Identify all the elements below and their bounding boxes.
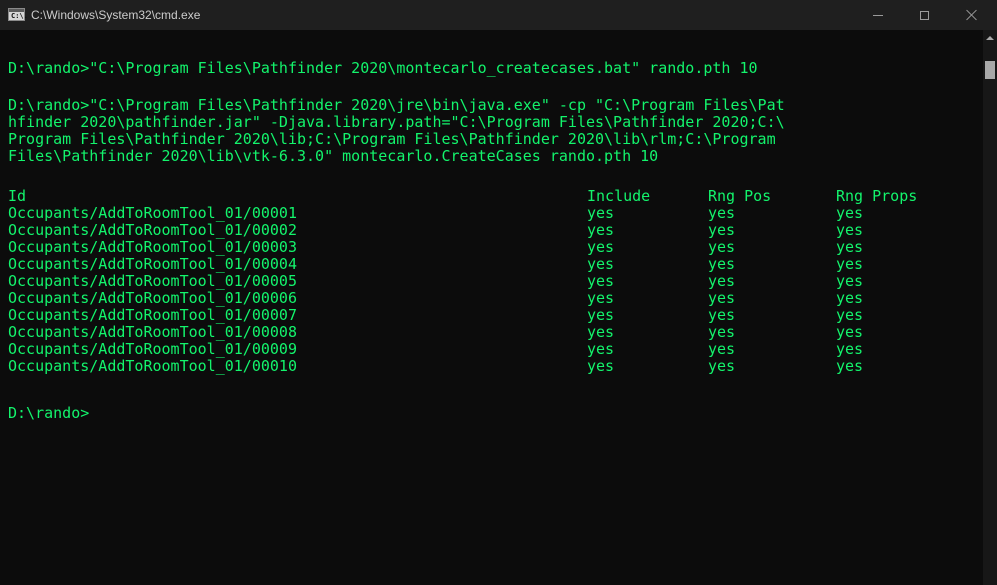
cell-rng-pos: yes	[708, 323, 736, 341]
cell-rng-props: yes	[836, 204, 864, 222]
header-rng-pos: Rng Pos	[708, 187, 772, 205]
cell-rng-props: yes	[836, 289, 864, 307]
command-line-2c: Program Files\Pathfinder 2020\lib;C:\Pro…	[8, 130, 776, 148]
command-prompt: D:\rando>	[8, 404, 90, 422]
cell-rng-pos: yes	[708, 255, 736, 273]
cell-rng-pos: yes	[708, 340, 736, 358]
scroll-up-arrow-icon	[986, 36, 994, 40]
cell-rng-pos: yes	[708, 204, 736, 222]
cell-id: Occupants/AddToRoomTool_01/00006	[8, 289, 297, 307]
cell-include: yes	[587, 272, 615, 290]
cell-rng-props: yes	[836, 340, 864, 358]
command-line-2d: Files\Pathfinder 2020\lib\vtk-6.3.0" mon…	[8, 147, 659, 165]
cell-id: Occupants/AddToRoomTool_01/00009	[8, 340, 297, 358]
title-bar[interactable]: C:\. C:\Windows\System32\cmd.exe	[0, 0, 997, 30]
cmd-app-icon[interactable]: C:\.	[8, 8, 28, 21]
cell-id: Occupants/AddToRoomTool_01/00010	[8, 357, 297, 375]
cell-id: Occupants/AddToRoomTool_01/00007	[8, 306, 297, 324]
scroll-up-button[interactable]	[983, 30, 997, 46]
cell-include: yes	[587, 306, 615, 324]
cell-rng-props: yes	[836, 272, 864, 290]
cell-id: Occupants/AddToRoomTool_01/00002	[8, 221, 297, 239]
header-id: Id	[8, 187, 27, 205]
cell-include: yes	[587, 204, 615, 222]
minimize-button[interactable]	[855, 0, 901, 30]
header-rng-props: Rng Props	[836, 187, 918, 205]
cell-rng-props: yes	[836, 306, 864, 324]
cell-include: yes	[587, 255, 615, 273]
cell-rng-props: yes	[836, 323, 864, 341]
vertical-scrollbar[interactable]	[983, 30, 997, 585]
cmd-window: C:\. C:\Windows\System32\cmd.exe D:\rand…	[0, 0, 997, 585]
cell-id: Occupants/AddToRoomTool_01/00005	[8, 272, 297, 290]
cell-rng-props: yes	[836, 255, 864, 273]
close-icon	[966, 9, 978, 21]
maximize-icon	[919, 10, 929, 20]
command-line-2b: hfinder 2020\pathfinder.jar" -Djava.libr…	[8, 113, 785, 131]
header-include: Include	[587, 187, 651, 205]
cell-rng-props: yes	[836, 357, 864, 375]
cell-rng-pos: yes	[708, 357, 736, 375]
command-line-2a: D:\rando>"C:\Program Files\Pathfinder 20…	[8, 96, 785, 114]
cell-rng-pos: yes	[708, 221, 736, 239]
cell-id: Occupants/AddToRoomTool_01/00008	[8, 323, 297, 341]
cell-rng-pos: yes	[708, 238, 736, 256]
maximize-button[interactable]	[901, 0, 947, 30]
scroll-thumb[interactable]	[985, 61, 995, 79]
minimize-icon	[873, 15, 883, 16]
command-line-1: D:\rando>"C:\Program Files\Pathfinder 20…	[8, 59, 758, 77]
cell-rng-props: yes	[836, 238, 864, 256]
cell-include: yes	[587, 221, 615, 239]
cell-rng-pos: yes	[708, 272, 736, 290]
cell-rng-pos: yes	[708, 306, 736, 324]
cell-include: yes	[587, 289, 615, 307]
cell-include: yes	[587, 238, 615, 256]
close-button[interactable]	[947, 0, 997, 30]
cell-rng-pos: yes	[708, 289, 736, 307]
console-output[interactable]: D:\rando>"C:\Program Files\Pathfinder 20…	[0, 30, 983, 585]
cell-include: yes	[587, 323, 615, 341]
cell-rng-props: yes	[836, 221, 864, 239]
cell-include: yes	[587, 340, 615, 358]
cell-id: Occupants/AddToRoomTool_01/00004	[8, 255, 297, 273]
window-title: C:\Windows\System32\cmd.exe	[31, 8, 201, 22]
cell-id: Occupants/AddToRoomTool_01/00003	[8, 238, 297, 256]
app-icon-text: C:\.	[11, 12, 28, 20]
cell-include: yes	[587, 357, 615, 375]
cell-id: Occupants/AddToRoomTool_01/00001	[8, 204, 297, 222]
